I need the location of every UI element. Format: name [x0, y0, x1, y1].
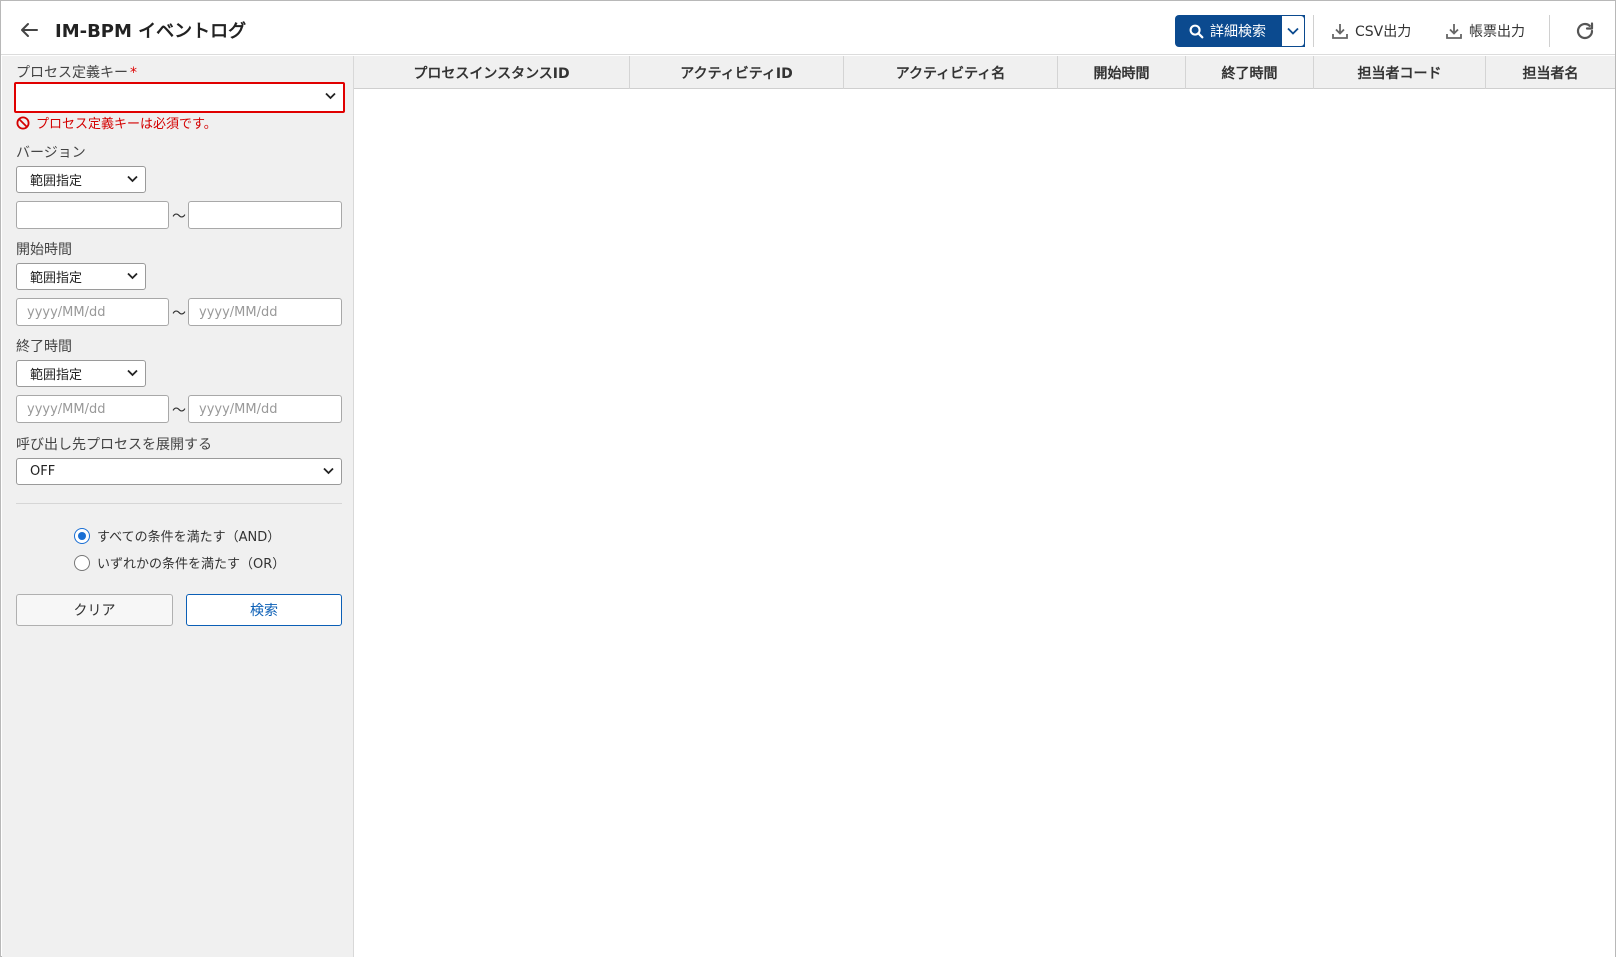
column-header-process-instance-id[interactable]: プロセスインスタンスID — [354, 56, 630, 89]
end-time-from-input[interactable]: yyyy/MM/dd — [16, 395, 169, 423]
start-time-from-input[interactable]: yyyy/MM/dd — [16, 298, 169, 326]
end-time-label: 終了時間 — [16, 339, 72, 355]
column-header-assignee-code[interactable]: 担当者コード — [1314, 56, 1486, 89]
refresh-icon[interactable] — [1573, 19, 1599, 45]
match-and-radio[interactable]: すべての条件を満たす（AND） — [74, 526, 280, 545]
prohibited-icon — [16, 116, 30, 129]
expand-called-label: 呼び出し先プロセスを展開する — [16, 437, 212, 453]
chevron-down-icon — [127, 369, 138, 377]
end-time-mode-select[interactable]: 範囲指定 — [16, 360, 146, 387]
search-panel: プロセス定義キー * プロセス定義キーは必須です。 バージョン 範囲指定 〜 開始… — [2, 56, 354, 957]
chevron-down-icon — [127, 272, 138, 280]
download-icon — [1446, 24, 1462, 39]
version-to-input[interactable] — [188, 201, 342, 229]
range-separator: 〜 — [172, 306, 186, 322]
table-body — [354, 90, 1615, 957]
match-or-radio[interactable]: いずれかの条件を満たす（OR） — [74, 553, 285, 572]
app-window: IM-BPM イベントログ 詳細検索 CSV出力 帳票出力 プロセス定義キー* — [0, 0, 1616, 957]
form-divider — [16, 503, 342, 504]
search-icon — [1189, 24, 1204, 38]
end-time-to-input[interactable]: yyyy/MM/dd — [188, 395, 342, 423]
column-header-activity-name[interactable]: アクティビティ名 — [844, 56, 1058, 89]
start-time-mode-select[interactable]: 範囲指定 — [16, 263, 146, 290]
clear-button[interactable]: クリア — [16, 594, 173, 626]
expand-called-select[interactable]: OFF — [16, 458, 342, 485]
chevron-down-icon — [323, 467, 334, 475]
page-header: IM-BPM イベントログ 詳細検索 CSV出力 帳票出力 — [1, 1, 1615, 55]
start-time-label: 開始時間 — [16, 242, 72, 258]
chevron-down-icon — [325, 92, 336, 100]
search-button[interactable]: 検索 — [186, 594, 342, 626]
back-arrow-icon[interactable] — [17, 18, 41, 42]
start-time-to-input[interactable]: yyyy/MM/dd — [188, 298, 342, 326]
radio-selected — [74, 527, 90, 544]
range-separator: 〜 — [172, 209, 186, 225]
version-label: バージョン — [16, 145, 86, 161]
process-key-label: プロセス定義キー * — [16, 65, 137, 81]
toolbar-divider — [1549, 15, 1550, 47]
column-header-end-time[interactable]: 終了時間 — [1186, 56, 1314, 89]
chevron-down-icon — [1287, 27, 1299, 35]
table-header: プロセスインスタンスID アクティビティID アクティビティ名 開始時間 終了時… — [354, 56, 1615, 89]
csv-export-button[interactable]: CSV出力 — [1331, 19, 1411, 43]
process-key-error: プロセス定義キーは必須です。 — [16, 113, 217, 132]
range-separator: 〜 — [172, 403, 186, 419]
process-key-select[interactable] — [14, 82, 345, 113]
report-export-button[interactable]: 帳票出力 — [1445, 19, 1525, 43]
toolbar-divider — [1313, 15, 1314, 47]
download-icon — [1332, 24, 1348, 39]
column-header-start-time[interactable]: 開始時間 — [1058, 56, 1186, 89]
column-header-activity-id[interactable]: アクティビティID — [630, 56, 844, 89]
column-header-assignee-name[interactable]: 担当者名 — [1486, 56, 1615, 89]
version-mode-select[interactable]: 範囲指定 — [16, 166, 146, 193]
advanced-search-dropdown-button[interactable] — [1281, 15, 1305, 47]
version-from-input[interactable] — [16, 201, 169, 229]
page-title: IM-BPM イベントログ — [55, 21, 247, 42]
radio-unselected — [74, 554, 90, 571]
chevron-down-icon — [127, 175, 138, 183]
advanced-search-label: 詳細検索 — [1210, 24, 1266, 40]
